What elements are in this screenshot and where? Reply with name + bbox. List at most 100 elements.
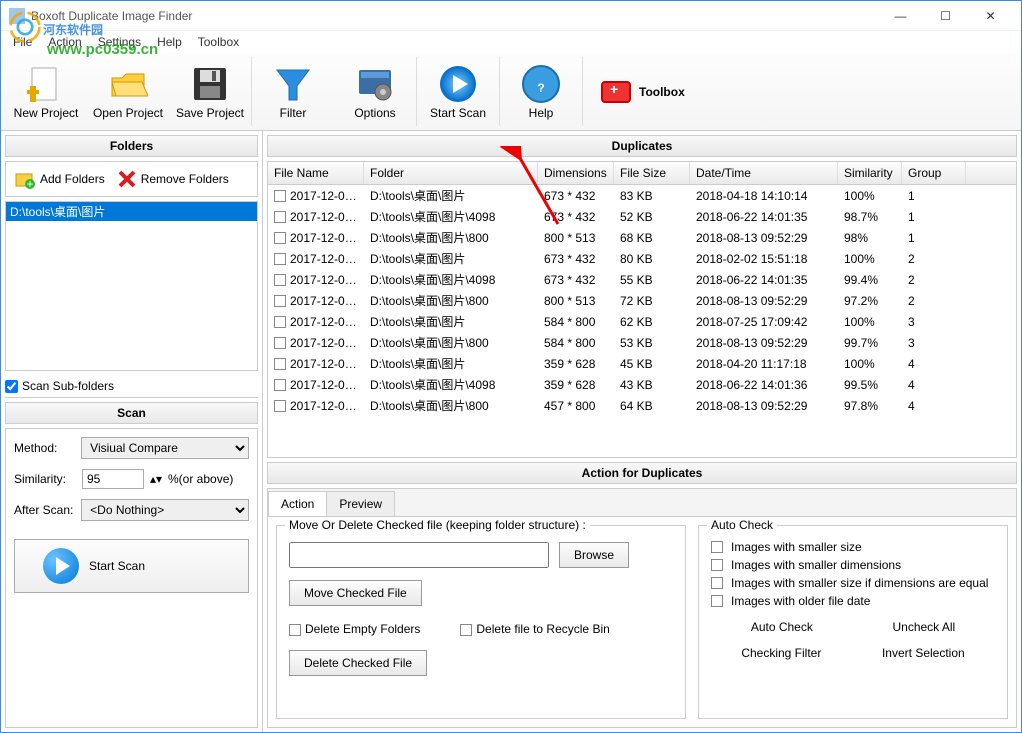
tab-preview[interactable]: Preview bbox=[326, 491, 395, 516]
start-scan-button[interactable]: Start Scan bbox=[14, 539, 249, 593]
row-checkbox[interactable] bbox=[274, 190, 286, 202]
menu-toolbox[interactable]: Toolbox bbox=[192, 33, 245, 51]
menu-action[interactable]: Action bbox=[42, 33, 87, 51]
invert-selection-link[interactable]: Invert Selection bbox=[882, 646, 965, 660]
new-project-button[interactable]: New Project bbox=[5, 57, 87, 126]
method-select[interactable]: Visiual Compare bbox=[81, 437, 249, 459]
row-checkbox[interactable] bbox=[274, 274, 286, 286]
start-scan-toolbar-button[interactable]: Start Scan bbox=[417, 57, 499, 126]
col-date-time[interactable]: Date/Time bbox=[690, 162, 838, 184]
move-group-legend: Move Or Delete Checked file (keeping fol… bbox=[285, 518, 590, 532]
options-button[interactable]: Options bbox=[334, 57, 416, 126]
maximize-button[interactable]: ☐ bbox=[923, 2, 968, 30]
row-checkbox[interactable] bbox=[274, 316, 286, 328]
save-icon bbox=[190, 64, 230, 104]
browse-button[interactable]: Browse bbox=[559, 542, 629, 568]
row-checkbox[interactable] bbox=[274, 295, 286, 307]
similarity-label: Similarity: bbox=[14, 472, 76, 486]
start-scan-toolbar-label: Start Scan bbox=[430, 106, 486, 120]
col-similarity[interactable]: Similarity bbox=[838, 162, 902, 184]
uncheck-all-link[interactable]: Uncheck All bbox=[892, 620, 955, 634]
play-icon bbox=[438, 64, 478, 104]
menu-bar: File Action Settings Help Toolbox bbox=[1, 31, 1021, 53]
auto-older-checkbox[interactable] bbox=[711, 595, 723, 607]
auto-smaller-size-checkbox[interactable] bbox=[711, 541, 723, 553]
toolbox-button[interactable]: Toolbox bbox=[583, 81, 703, 103]
options-icon bbox=[355, 64, 395, 104]
similarity-suffix: %(or above) bbox=[168, 472, 233, 486]
row-checkbox[interactable] bbox=[274, 400, 286, 412]
start-scan-play-icon bbox=[43, 548, 79, 584]
svg-text:+: + bbox=[26, 177, 33, 190]
table-row[interactable]: 2017-12-01_...D:\tools\桌面\图片584 * 80062 … bbox=[268, 311, 1016, 332]
col-file-name[interactable]: File Name bbox=[268, 162, 364, 184]
toolbar: New Project Open Project Save Project Fi… bbox=[1, 53, 1021, 131]
table-row[interactable]: 2017-12-01_...D:\tools\桌面\图片673 * 43283 … bbox=[268, 185, 1016, 206]
table-row[interactable]: 2017-12-01_...D:\tools\桌面\图片673 * 43280 … bbox=[268, 248, 1016, 269]
right-pane: Duplicates File Name Folder Dimensions F… bbox=[263, 131, 1021, 732]
similarity-input[interactable] bbox=[82, 469, 144, 489]
col-group[interactable]: Group bbox=[902, 162, 966, 184]
delete-checked-button[interactable]: Delete Checked File bbox=[289, 650, 427, 676]
move-path-input[interactable] bbox=[289, 542, 549, 568]
toolbox-label: Toolbox bbox=[639, 85, 685, 99]
duplicates-table: File Name Folder Dimensions File Size Da… bbox=[267, 161, 1017, 458]
add-folders-button[interactable]: + Add Folders bbox=[14, 168, 105, 190]
row-checkbox[interactable] bbox=[274, 379, 286, 391]
checking-filter-link[interactable]: Checking Filter bbox=[741, 646, 821, 660]
auto-check-link[interactable]: Auto Check bbox=[751, 620, 813, 634]
col-file-size[interactable]: File Size bbox=[614, 162, 690, 184]
open-project-button[interactable]: Open Project bbox=[87, 57, 169, 126]
folder-item-selected[interactable]: D:\tools\桌面\图片 bbox=[6, 202, 257, 221]
recycle-label: Delete file to Recycle Bin bbox=[476, 622, 609, 636]
open-project-label: Open Project bbox=[93, 106, 163, 120]
help-button[interactable]: ? Help bbox=[500, 57, 582, 126]
add-folder-icon: + bbox=[14, 168, 36, 190]
row-checkbox[interactable] bbox=[274, 253, 286, 265]
svg-text:?: ? bbox=[537, 81, 544, 95]
menu-settings[interactable]: Settings bbox=[92, 33, 147, 51]
table-row[interactable]: 2017-12-01_...D:\tools\桌面\图片\800584 * 80… bbox=[268, 332, 1016, 353]
add-folders-label: Add Folders bbox=[40, 172, 105, 186]
filter-button[interactable]: Filter bbox=[252, 57, 334, 126]
auto-older-label: Images with older file date bbox=[731, 594, 870, 608]
left-pane: Folders + Add Folders Remove Folders D:\… bbox=[1, 131, 263, 732]
scan-subfolders-label: Scan Sub-folders bbox=[22, 379, 114, 393]
scan-subfolders-checkbox[interactable] bbox=[5, 380, 18, 393]
close-button[interactable]: ✕ bbox=[968, 2, 1013, 30]
recycle-checkbox[interactable] bbox=[460, 624, 472, 636]
filter-icon bbox=[273, 64, 313, 104]
row-checkbox[interactable] bbox=[274, 358, 286, 370]
delete-empty-checkbox[interactable] bbox=[289, 624, 301, 636]
table-row[interactable]: 2017-12-01_...D:\tools\桌面\图片\800800 * 51… bbox=[268, 227, 1016, 248]
save-project-button[interactable]: Save Project bbox=[169, 57, 251, 126]
table-row[interactable]: 2017-12-01_...D:\tools\桌面\图片359 * 62845 … bbox=[268, 353, 1016, 374]
duplicates-title: Duplicates bbox=[267, 135, 1017, 157]
table-row[interactable]: 2017-12-01_...D:\tools\桌面\图片\4098673 * 4… bbox=[268, 206, 1016, 227]
auto-smaller-dim-checkbox[interactable] bbox=[711, 559, 723, 571]
action-title: Action for Duplicates bbox=[267, 462, 1017, 484]
move-checked-button[interactable]: Move Checked File bbox=[289, 580, 422, 606]
menu-help[interactable]: Help bbox=[151, 33, 188, 51]
remove-folders-button[interactable]: Remove Folders bbox=[117, 169, 229, 189]
row-checkbox[interactable] bbox=[274, 211, 286, 223]
row-checkbox[interactable] bbox=[274, 337, 286, 349]
table-row[interactable]: 2017-12-01_...D:\tools\桌面\图片\800457 * 80… bbox=[268, 395, 1016, 416]
title-bar: Boxoft Duplicate Image Finder — ☐ ✕ bbox=[1, 1, 1021, 31]
menu-file[interactable]: File bbox=[7, 33, 38, 51]
after-scan-select[interactable]: <Do Nothing> bbox=[81, 499, 249, 521]
folders-title: Folders bbox=[5, 135, 258, 157]
row-checkbox[interactable] bbox=[274, 232, 286, 244]
action-panel: Action Preview Move Or Delete Checked fi… bbox=[267, 488, 1017, 728]
auto-check-legend: Auto Check bbox=[707, 518, 777, 532]
table-row[interactable]: 2017-12-01_...D:\tools\桌面\图片\800800 * 51… bbox=[268, 290, 1016, 311]
help-label: Help bbox=[529, 106, 554, 120]
tab-action[interactable]: Action bbox=[268, 491, 327, 516]
folder-list[interactable]: D:\tools\桌面\图片 bbox=[5, 201, 258, 371]
col-dimensions[interactable]: Dimensions bbox=[538, 162, 614, 184]
table-row[interactable]: 2017-12-01_...D:\tools\桌面\图片\4098673 * 4… bbox=[268, 269, 1016, 290]
table-row[interactable]: 2017-12-01_...D:\tools\桌面\图片\4098359 * 6… bbox=[268, 374, 1016, 395]
col-folder[interactable]: Folder bbox=[364, 162, 538, 184]
auto-equal-checkbox[interactable] bbox=[711, 577, 723, 589]
minimize-button[interactable]: — bbox=[878, 2, 923, 30]
